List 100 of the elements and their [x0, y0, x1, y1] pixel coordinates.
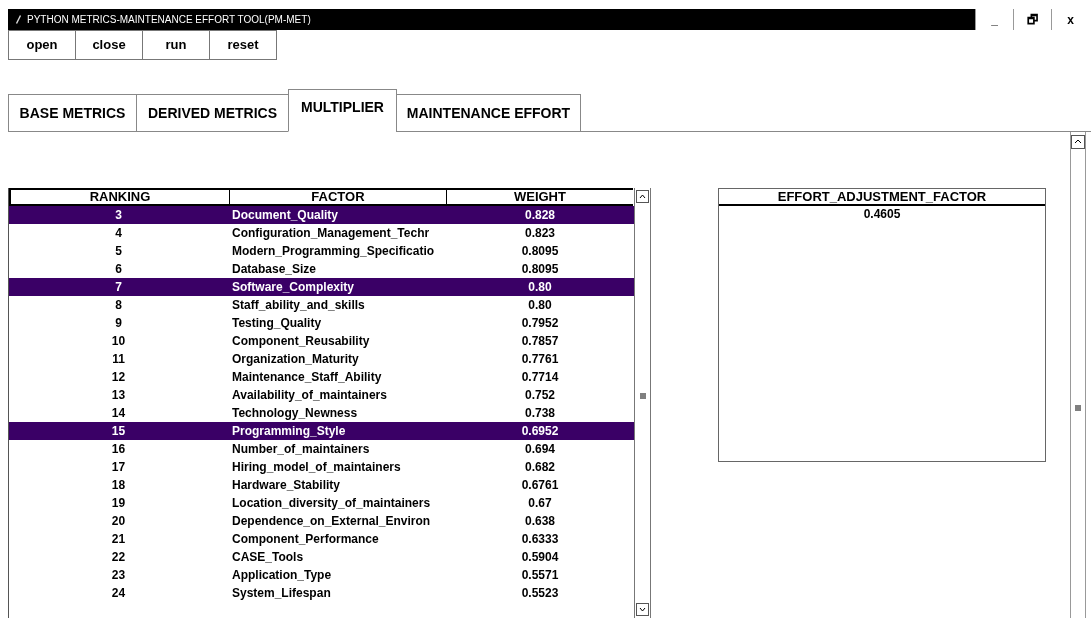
table-cell-text: 0.4605	[862, 206, 902, 222]
toolbar-button[interactable]: reset	[209, 30, 277, 60]
table-cell-text: Organization_Maturity	[231, 352, 360, 366]
table-row[interactable]: 3 Document_Quality 0.828	[9, 206, 634, 224]
table-cell-text: 0.638	[524, 514, 556, 528]
window-title: PYTHON METRICS-MAINTENANCE EFFORT TOOL(PM-MET)	[27, 13, 312, 27]
column-header[interactable]: FACTOR	[228, 190, 446, 204]
table-row[interactable]: 23 Application_Type 0.5571	[9, 566, 634, 584]
table-cell-text: 0.682	[524, 460, 556, 474]
table-cell-text: 0.7857	[520, 334, 560, 348]
table-cell-text: Application_Type	[231, 568, 333, 582]
table-cell-text: 18	[110, 478, 127, 492]
table-cell-text: 0.5904	[520, 550, 560, 564]
tab[interactable]: MAINTENANCE EFFORT	[396, 94, 581, 132]
table-cell-text: Dependence_on_External_Environ	[231, 514, 432, 528]
table-cell-text: 3	[114, 208, 123, 222]
table-cell-text: 11	[111, 352, 126, 366]
table-row[interactable]: 17 Hiring_model_of_maintainers 0.682	[9, 458, 634, 476]
table-row[interactable]: 4 Configuration_Management_Techr 0.823	[9, 224, 634, 242]
table-cell-text: 0.752	[524, 388, 556, 402]
toolbar-button[interactable]: close	[75, 30, 143, 60]
table-cell-text: 20	[110, 514, 127, 528]
table-cell-text: 0.7952	[520, 316, 560, 330]
table-cell-text: Configuration_Management_Techr	[231, 226, 431, 240]
table-cell-text: 0.8095	[520, 244, 560, 258]
table-cell-text: 0.7714	[520, 370, 560, 384]
table-cell-text: 0.8095	[520, 262, 560, 276]
toolbar-button[interactable]: open	[8, 30, 76, 60]
table-cell-text: 4	[114, 226, 123, 240]
table-cell-text: 0.823	[524, 226, 556, 240]
table-cell-text: 23	[110, 568, 127, 582]
table-cell-text: 15	[110, 424, 127, 438]
table-cell-text: Document_Quality	[231, 208, 340, 222]
table-cell-text: Number_of_maintainers	[231, 442, 371, 456]
table-cell-text: 0.5571	[520, 568, 560, 582]
scrollbar[interactable]	[1070, 132, 1086, 618]
scroll-up-button[interactable]	[1071, 135, 1085, 149]
table-row[interactable]: 18 Hardware_Stability 0.6761	[9, 476, 634, 494]
table-row[interactable]: 5 Modern_Programming_Specificatio 0.8095	[9, 242, 634, 260]
table-cell-text: 0.694	[524, 442, 556, 456]
table-cell-text: Technology_Newness	[231, 406, 359, 420]
table-cell-text: 0.5523	[520, 586, 560, 600]
table-row[interactable]: 19 Location_diversity_of_maintainers 0.67	[9, 494, 634, 512]
table-cell-text: 17	[110, 460, 127, 474]
column-header[interactable]: RANKING	[11, 190, 229, 204]
table-row[interactable]: 13 Availability_of_maintainers 0.752	[9, 386, 634, 404]
table-cell-text: 12	[110, 370, 127, 384]
table-cell-text: 9	[114, 316, 123, 330]
table-cell-text: 0.6333	[520, 532, 560, 546]
scroll-up-button[interactable]	[636, 190, 649, 203]
tab[interactable]: BASE METRICS	[8, 94, 137, 132]
table-cell-text: Hardware_Stability	[231, 478, 342, 492]
table-row[interactable]: 16 Number_of_maintainers 0.694	[9, 440, 634, 458]
table-row[interactable]: 11 Organization_Maturity 0.7761	[9, 350, 634, 368]
table-cell-text: Testing_Quality	[231, 316, 323, 330]
table-row[interactable]: 15 Programming_Style 0.6952	[9, 422, 634, 440]
table-cell-text: Modern_Programming_Specificatio	[231, 244, 436, 258]
table-cell-text: 14	[110, 406, 127, 420]
table-row[interactable]: 8 Staff_ability_and_skills 0.80	[9, 296, 634, 314]
scroll-thumb-icon[interactable]	[639, 393, 646, 399]
table-cell-text: 0.67	[527, 496, 553, 510]
table-cell-text: System_Lifespan	[231, 586, 332, 600]
tab[interactable]: MULTIPLIER	[288, 89, 397, 132]
table-cell-text: 0.7761	[520, 352, 560, 366]
table-cell-text: 0.828	[524, 208, 556, 222]
table-cell-text: 10	[110, 334, 127, 348]
window-close-button[interactable]: x	[1051, 9, 1089, 30]
table-cell-text: Software_Complexity	[231, 280, 356, 294]
table-cell-text: Hiring_model_of_maintainers	[231, 460, 402, 474]
table-cell-text: 0.6761	[520, 478, 560, 492]
column-header[interactable]: WEIGHT	[445, 190, 633, 204]
restore-button[interactable]: 🗗	[1013, 9, 1051, 30]
table-row[interactable]: 7 Software_Complexity 0.80	[9, 278, 634, 296]
scroll-thumb-icon[interactable]	[1075, 405, 1081, 411]
table-cell-text: 8	[114, 298, 123, 312]
minimize-button[interactable]: _	[975, 9, 1013, 30]
table-cell-text: Staff_ability_and_skills	[231, 298, 366, 312]
table-cell-text: 0.80	[527, 280, 553, 294]
table-cell-text: 21	[110, 532, 127, 546]
table-row[interactable]: 21 Component_Performance 0.6333	[9, 530, 634, 548]
column-header: EFFORT_ADJUSTMENT_FACTOR	[719, 189, 1045, 206]
table-row[interactable]: 10 Component_Reusability 0.7857	[9, 332, 634, 350]
table-row[interactable]: 14 Technology_Newness 0.738	[9, 404, 634, 422]
table-cell-text: Availability_of_maintainers	[231, 388, 388, 402]
table-cell-text: 0.80	[527, 298, 553, 312]
table-row[interactable]: 24 System_Lifespan 0.5523	[9, 584, 634, 602]
scroll-down-button[interactable]	[636, 603, 649, 616]
table-cell-text: 13	[110, 388, 127, 402]
table-cell-text: Maintenance_Staff_Ability	[231, 370, 383, 384]
scrollbar[interactable]	[634, 188, 651, 618]
table-row[interactable]: 12 Maintenance_Staff_Ability 0.7714	[9, 368, 634, 386]
table-row[interactable]: 9 Testing_Quality 0.7952	[9, 314, 634, 332]
table-cell-text: Component_Reusability	[231, 334, 371, 348]
table-cell-text: 22	[110, 550, 127, 564]
table-cell-text: 0.738	[524, 406, 556, 420]
table-row[interactable]: 6 Database_Size 0.8095	[9, 260, 634, 278]
toolbar-button[interactable]: run	[142, 30, 210, 60]
table-cell-text: Programming_Style	[231, 424, 347, 438]
table-row[interactable]: 20 Dependence_on_External_Environ 0.638	[9, 512, 634, 530]
table-row[interactable]: 22 CASE_Tools 0.5904	[9, 548, 634, 566]
